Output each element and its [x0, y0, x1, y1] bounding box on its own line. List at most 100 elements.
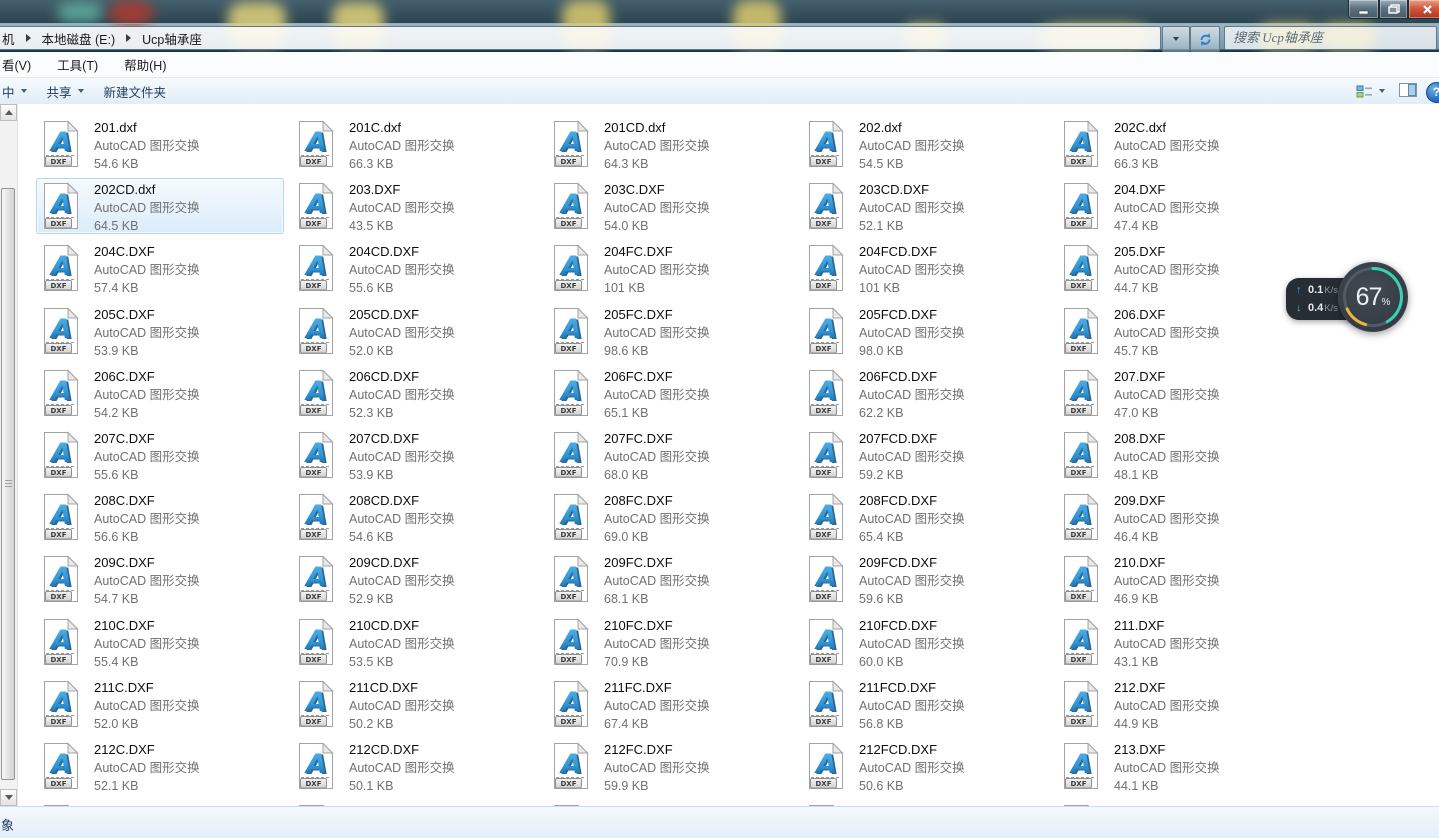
minimize-button[interactable] [1348, 0, 1379, 19]
file-tile[interactable]: A A DXF 212.DXF AutoCAD 图形交换 44.9 KB [1056, 676, 1304, 732]
file-tile[interactable]: A A DXF 211FCD.DXF AutoCAD 图形交换 56.8 KB [801, 676, 1049, 732]
file-tile[interactable]: A A DXF 202CD.dxf AutoCAD 图形交换 64.5 KB [36, 178, 284, 234]
file-tile[interactable]: A A DXF 211C.DXF AutoCAD 图形交换 52.0 KB [36, 676, 284, 732]
file-tile[interactable]: A A DXF 209C.DXF AutoCAD 图形交换 54.7 KB [36, 551, 284, 607]
svg-text:DXF: DXF [306, 780, 322, 788]
svg-text:DXF: DXF [306, 593, 322, 601]
toolbar-include-in-library[interactable]: 中 [0, 79, 37, 104]
dxf-file-icon: A A DXF [296, 369, 336, 422]
file-tile[interactable]: A A DXF 212FCD.DXF AutoCAD 图形交换 50.6 KB [801, 738, 1049, 794]
search-input[interactable] [1225, 27, 1436, 49]
close-button[interactable] [1408, 0, 1439, 19]
file-tile[interactable]: A A DXF 208FC.DXF AutoCAD 图形交换 69.0 KB [546, 489, 794, 545]
breadcrumb-item-drive[interactable]: 本地磁盘 (E:) [40, 29, 118, 48]
breadcrumb-item-folder[interactable]: Ucp轴承座 [140, 29, 204, 48]
file-name: 205.DXF [1114, 243, 1220, 261]
file-tile[interactable]: A A DXF 212CD.DXF AutoCAD 图形交换 50.1 KB [291, 738, 539, 794]
file-tile[interactable]: A A DXF 208CD.DXF AutoCAD 图形交换 54.6 KB [291, 489, 539, 545]
file-tile[interactable]: A A DXF 207C.DXF AutoCAD 图形交换 55.6 KB [36, 427, 284, 483]
file-size: 52.3 KB [349, 404, 455, 422]
file-tile[interactable]: A A DXF 205CD.DXF AutoCAD 图形交换 52.0 KB [291, 303, 539, 359]
file-tile[interactable]: A A DXF 206FCD.DXF AutoCAD 图形交换 62.2 KB [801, 365, 1049, 421]
file-tile[interactable]: A A DXF 207CD.DXF AutoCAD 图形交换 53.9 KB [291, 427, 539, 483]
scrollbar-down-button[interactable] [0, 789, 17, 806]
svg-text:DXF: DXF [51, 780, 67, 788]
file-name: 213.DXF [1114, 741, 1220, 759]
file-tile[interactable]: A A DXF 206C.DXF AutoCAD 图形交换 54.2 KB [36, 365, 284, 421]
file-tile[interactable]: A A DXF 201CD.dxf AutoCAD 图形交换 64.3 KB [546, 116, 794, 172]
scrollbar-thumb[interactable] [1, 188, 15, 780]
refresh-button[interactable] [1190, 26, 1220, 52]
file-type: AutoCAD 图形交换 [94, 572, 200, 590]
file-tile[interactable]: A A DXF 204.DXF AutoCAD 图形交换 47.4 KB [1056, 178, 1304, 234]
svg-text:DXF: DXF [561, 407, 577, 415]
address-bar[interactable]: 机 本地磁盘 (E:) Ucp轴承座 [0, 26, 1161, 50]
file-tile[interactable]: A A DXF 203CD.DXF AutoCAD 图形交换 52.1 KB [801, 178, 1049, 234]
file-size: 55.4 KB [94, 653, 200, 671]
file-size: 54.6 KB [94, 155, 200, 173]
file-tile[interactable]: A A DXF 202C.dxf AutoCAD 图形交换 66.3 KB [1056, 116, 1304, 172]
file-name: 209FC.DXF [604, 554, 710, 572]
file-tile[interactable]: A A DXF 210CD.DXF AutoCAD 图形交换 53.5 KB [291, 614, 539, 670]
svg-text:A: A [1069, 562, 1092, 593]
file-tile[interactable]: A A DXF 210FC.DXF AutoCAD 图形交换 70.9 KB [546, 614, 794, 670]
toolbar-share[interactable]: 共享 [37, 79, 94, 104]
file-tile[interactable]: A A DXF 210C.DXF AutoCAD 图形交换 55.4 KB [36, 614, 284, 670]
file-name: 205FCD.DXF [859, 306, 965, 324]
file-tile[interactable]: A A DXF 213.DXF AutoCAD 图形交换 44.1 KB [1056, 738, 1304, 794]
file-tile[interactable]: A A DXF 205C.DXF AutoCAD 图形交换 53.9 KB [36, 303, 284, 359]
file-tile[interactable]: A A DXF 208FCD.DXF AutoCAD 图形交换 65.4 KB [801, 489, 1049, 545]
breadcrumb-item-computer[interactable]: 机 [0, 29, 17, 48]
vertical-scrollbar[interactable] [0, 104, 18, 806]
file-tile[interactable]: A A DXF 207FC.DXF AutoCAD 图形交换 68.0 KB [546, 427, 794, 483]
menu-help[interactable]: 帮助(H) [114, 52, 176, 77]
scrollbar-up-button[interactable] [0, 104, 17, 121]
file-tile[interactable]: A A DXF 205FC.DXF AutoCAD 图形交换 98.6 KB [546, 303, 794, 359]
file-tile[interactable]: A A DXF 211FC.DXF AutoCAD 图形交换 67.4 KB [546, 676, 794, 732]
file-tile[interactable]: A A DXF 203.DXF AutoCAD 图形交换 43.5 KB [291, 178, 539, 234]
file-type: AutoCAD 图形交换 [94, 448, 200, 466]
file-tile[interactable]: A A DXF 204FCD.DXF AutoCAD 图形交换 101 KB [801, 240, 1049, 296]
file-tile[interactable]: A A DXF 204C.DXF AutoCAD 图形交换 57.4 KB [36, 240, 284, 296]
file-tile[interactable]: A A DXF 203C.DXF AutoCAD 图形交换 54.0 KB [546, 178, 794, 234]
file-tile[interactable]: A A DXF 212FC.DXF AutoCAD 图形交换 59.9 KB [546, 738, 794, 794]
search-box[interactable] [1224, 26, 1437, 50]
maximize-button[interactable] [1379, 0, 1408, 19]
file-tile[interactable]: A A DXF 211.DXF AutoCAD 图形交换 43.1 KB [1056, 614, 1304, 670]
file-tile[interactable]: A A DXF 205FCD.DXF AutoCAD 图形交换 98.0 KB [801, 303, 1049, 359]
file-tile[interactable]: A A DXF 204CD.DXF AutoCAD 图形交换 55.6 KB [291, 240, 539, 296]
preview-pane-button[interactable] [1399, 83, 1417, 100]
file-tile[interactable]: A A DXF 201.dxf AutoCAD 图形交换 54.6 KB [36, 116, 284, 172]
help-button[interactable]: ? [1426, 82, 1439, 103]
file-tile[interactable]: A A DXF 206.DXF AutoCAD 图形交换 45.7 KB [1056, 303, 1304, 359]
file-size: 62.2 KB [859, 404, 965, 422]
file-type: AutoCAD 图形交换 [349, 448, 455, 466]
svg-text:DXF: DXF [1071, 718, 1087, 726]
file-tile[interactable]: A A DXF 206CD.DXF AutoCAD 图形交换 52.3 KB [291, 365, 539, 421]
toolbar-new-folder[interactable]: 新建文件夹 [94, 79, 177, 104]
file-tile[interactable]: A A DXF 202.dxf AutoCAD 图形交换 54.5 KB [801, 116, 1049, 172]
menu-view[interactable]: 看(V) [0, 52, 41, 77]
menu-tools[interactable]: 工具(T) [47, 52, 108, 77]
file-tile[interactable]: A A DXF 201C.dxf AutoCAD 图形交换 66.3 KB [291, 116, 539, 172]
file-tile[interactable]: A A DXF 211CD.DXF AutoCAD 图形交换 50.2 KB [291, 676, 539, 732]
file-tile[interactable]: A A DXF 212C.DXF AutoCAD 图形交换 52.1 KB [36, 738, 284, 794]
file-tile[interactable]: A A DXF 205.DXF AutoCAD 图形交换 44.7 KB [1056, 240, 1304, 296]
address-dropdown-button[interactable] [1162, 26, 1190, 52]
usage-ball[interactable]: 67% [1338, 262, 1408, 332]
file-tile[interactable]: A A DXF 206FC.DXF AutoCAD 图形交换 65.1 KB [546, 365, 794, 421]
file-tile[interactable]: A A DXF 209FC.DXF AutoCAD 图形交换 68.1 KB [546, 551, 794, 607]
views-button[interactable] [1356, 84, 1385, 99]
file-tile[interactable]: A A DXF 209.DXF AutoCAD 图形交换 46.4 KB [1056, 489, 1304, 545]
file-tile[interactable]: A A DXF 204FC.DXF AutoCAD 图形交换 101 KB [546, 240, 794, 296]
file-tile[interactable]: A A DXF 210FCD.DXF AutoCAD 图形交换 60.0 KB [801, 614, 1049, 670]
file-tile[interactable]: A A DXF 207FCD.DXF AutoCAD 图形交换 59.2 KB [801, 427, 1049, 483]
file-tile[interactable]: A A DXF 209FCD.DXF AutoCAD 图形交换 59.6 KB [801, 551, 1049, 607]
file-tile[interactable]: A A DXF 209CD.DXF AutoCAD 图形交换 52.9 KB [291, 551, 539, 607]
file-type: AutoCAD 图形交换 [604, 199, 710, 217]
file-tile[interactable]: A A DXF 210.DXF AutoCAD 图形交换 46.9 KB [1056, 551, 1304, 607]
file-tile[interactable]: A A DXF 208C.DXF AutoCAD 图形交换 56.6 KB [36, 489, 284, 545]
file-tile[interactable]: A A DXF 208.DXF AutoCAD 图形交换 48.1 KB [1056, 427, 1304, 483]
menu-bar: 看(V) 工具(T) 帮助(H) [0, 52, 1439, 78]
file-tile[interactable]: A A DXF 207.DXF AutoCAD 图形交换 47.0 KB [1056, 365, 1304, 421]
